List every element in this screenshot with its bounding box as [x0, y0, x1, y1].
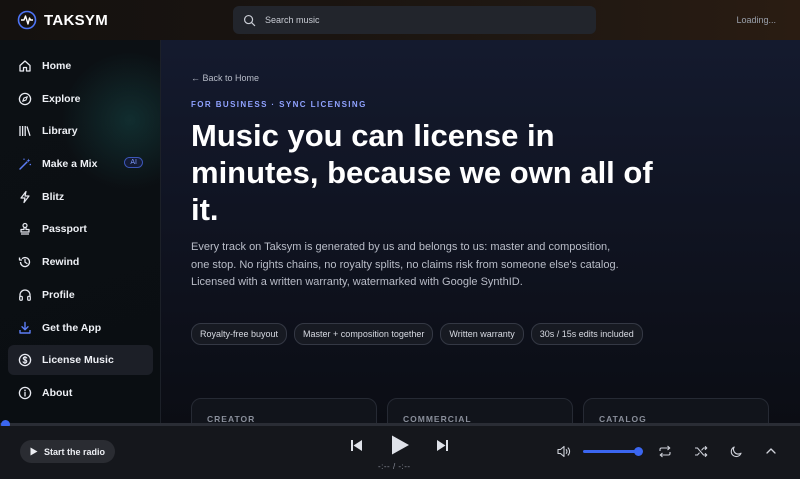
lead-paragraph: Every track on Taksym is generated by us… [191, 241, 619, 288]
app-name: TAKSYM [44, 11, 109, 29]
back-to-home-link[interactable]: ← Back to Home [191, 73, 259, 83]
plan-card-creator[interactable]: CREATOR [191, 398, 377, 424]
history-icon [18, 256, 31, 268]
sidebar-item-label: Library [42, 125, 78, 137]
search-input[interactable] [265, 15, 565, 25]
playback-time: -:-- / -:-- [378, 462, 411, 471]
sidebar-item-label: Explore [42, 93, 81, 105]
play-icon [30, 447, 38, 456]
dollar-circle-icon [18, 353, 32, 367]
moon-icon[interactable] [730, 445, 743, 458]
sidebar-item-label: Blitz [42, 191, 65, 203]
skip-next-icon[interactable] [436, 439, 449, 452]
skip-previous-icon[interactable] [350, 439, 363, 452]
chevron-up-icon[interactable] [765, 446, 777, 456]
sidebar-item-label: License Music [42, 354, 114, 366]
sidebar-item-label: Rewind [42, 256, 80, 268]
sidebar-item-label: Make a Mix [42, 158, 98, 170]
feature-chip: Master + composition together [294, 323, 434, 345]
sidebar-item-blitz[interactable]: Blitz [8, 182, 153, 212]
start-radio-label: Start the radio [44, 446, 106, 457]
top-bar: TAKSYM Loading... [0, 0, 800, 40]
loading-status: Loading... [736, 15, 776, 25]
sidebar-item-passport[interactable]: Passport [8, 214, 153, 244]
sidebar-item-profile[interactable]: Profile [8, 280, 153, 310]
sidebar-item-library[interactable]: Library [8, 116, 153, 146]
play-pause-icon[interactable] [389, 434, 411, 456]
plan-card-catalog[interactable]: CATALOG [583, 398, 769, 424]
feature-chips: Royalty-free buyout Master + composition… [191, 323, 643, 345]
magic-wand-icon [19, 158, 32, 170]
search-icon [243, 14, 256, 26]
feature-chip: Written warranty [440, 323, 524, 345]
sidebar-item-rewind[interactable]: Rewind [8, 247, 153, 277]
main-content: ← Back to Home FOR BUSINESS · SYNC LICEN… [161, 40, 800, 424]
sidebar-item-label: Passport [42, 223, 87, 235]
eyebrow-label: FOR BUSINESS · SYNC LICENSING [191, 100, 367, 109]
page-title: Music you can license in minutes, becaus… [191, 118, 653, 227]
sidebar-item-about[interactable]: About [8, 378, 153, 408]
feature-chip: 30s / 15s edits included [530, 323, 643, 345]
headphones-icon [19, 289, 31, 301]
player-bar: Start the radio -:-- / -:-- [0, 426, 800, 479]
library-icon [19, 126, 31, 136]
sidebar-item-get-the-app[interactable]: Get the App [8, 313, 153, 343]
feature-chip: Royalty-free buyout [191, 323, 288, 345]
stamp-icon [20, 222, 30, 235]
start-radio-button[interactable]: Start the radio [20, 440, 116, 463]
compass-icon [18, 92, 32, 106]
logo-icon [17, 10, 37, 30]
shuffle-icon[interactable] [694, 445, 708, 458]
sidebar-item-make-a-mix[interactable]: Make a Mix AI [8, 149, 153, 179]
sidebar-item-label: Home [42, 60, 72, 72]
search-bar[interactable] [233, 6, 596, 34]
logo[interactable]: TAKSYM [17, 10, 108, 30]
sidebar-item-label: Profile [42, 289, 75, 301]
download-icon [19, 321, 31, 334]
info-icon [18, 386, 32, 400]
volume-icon[interactable] [557, 445, 571, 458]
plan-card-commercial[interactable]: COMMERCIAL [387, 398, 573, 424]
volume-knob[interactable] [634, 447, 643, 456]
sidebar-item-home[interactable]: Home [8, 51, 153, 81]
sidebar-item-explore[interactable]: Explore [8, 84, 153, 114]
bolt-icon [20, 190, 30, 204]
sidebar-item-license-music[interactable]: License Music [8, 345, 153, 375]
sidebar-item-label: Get the App [42, 322, 102, 334]
home-icon [19, 60, 31, 72]
sidebar-item-label: About [42, 387, 73, 399]
repeat-icon[interactable] [658, 445, 672, 458]
volume-slider[interactable] [583, 450, 640, 453]
ai-badge: AI [124, 157, 143, 168]
sidebar: Home Explore Library Make a Mix AI Blitz… [0, 40, 161, 424]
